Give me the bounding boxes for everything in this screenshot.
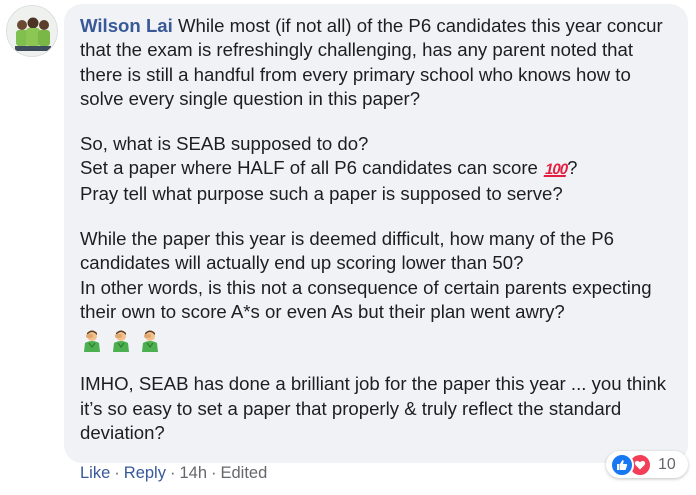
avatar[interactable]: [6, 5, 58, 57]
heart-icon: [634, 460, 646, 469]
comment-line: So, what is SEAB supposed to do?: [80, 132, 369, 154]
author-name[interactable]: Wilson Lai: [80, 15, 173, 36]
emoji-row: [80, 328, 674, 353]
edited-label[interactable]: Edited: [221, 464, 268, 482]
reply-link[interactable]: Reply: [124, 464, 166, 482]
comment-text: IMHO, SEAB has done a brilliant job for …: [80, 373, 667, 444]
separator: ·: [169, 464, 176, 482]
comment-line: While the paper this year is deemed diff…: [80, 227, 614, 274]
comment-line: Pray tell what purpose such a paper is s…: [80, 183, 563, 205]
hundred-points-icon: 100: [543, 161, 570, 179]
like-link[interactable]: Like: [80, 464, 110, 482]
facepalm-icon: [142, 330, 158, 353]
comment-paragraph-2: So, what is SEAB supposed to do? Set a p…: [80, 132, 674, 207]
reaction-count: 10: [658, 455, 676, 473]
comment-actions: Like · Reply · 14h · Edited: [80, 464, 267, 483]
separator: ·: [114, 464, 120, 482]
separator: ·: [211, 464, 217, 482]
comment-line: In other words, is this not a consequenc…: [80, 276, 652, 323]
facepalm-icon: [84, 330, 100, 353]
comment-line: Set a paper where HALF of all P6 candida…: [80, 156, 674, 182]
comment-bubble: Wilson Lai While most (if not all) of th…: [64, 4, 688, 463]
facepalm-icon: [113, 330, 129, 353]
comment-paragraph-3: While the paper this year is deemed diff…: [80, 227, 674, 325]
comment-paragraph-1: Wilson Lai While most (if not all) of th…: [80, 14, 674, 112]
like-reaction-icon: [610, 452, 634, 477]
reactions-summary[interactable]: 10: [606, 451, 688, 478]
thumbs-up-icon: [617, 459, 628, 470]
comment-paragraph-4: IMHO, SEAB has done a brilliant job for …: [80, 372, 674, 445]
timestamp-link[interactable]: 14h: [179, 464, 207, 482]
avatar-image: [7, 6, 57, 56]
comment-line-text: Set a paper where HALF of all P6 candida…: [80, 157, 538, 179]
